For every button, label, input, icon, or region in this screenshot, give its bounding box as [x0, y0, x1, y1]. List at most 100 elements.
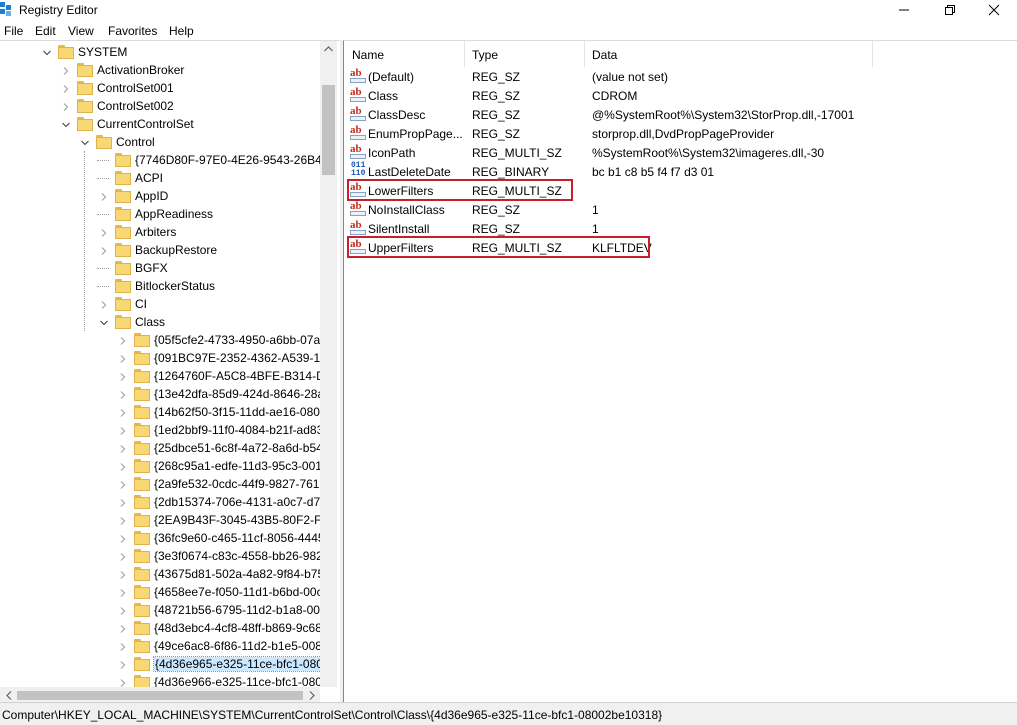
value-row[interactable]: ab IconPath REG_MULTI_SZ %SystemRoot%\Syste…: [344, 143, 1017, 162]
chevron-right-icon[interactable]: [118, 551, 128, 561]
tree-node[interactable]: {36fc9e60-c465-11cf-8056-4445: [0, 529, 320, 547]
chevron-right-icon[interactable]: [118, 389, 128, 399]
maximize-button[interactable]: [927, 0, 973, 20]
value-data: 1: [592, 222, 599, 236]
scroll-up-button[interactable]: [320, 41, 337, 58]
chevron-right-icon[interactable]: [118, 677, 128, 687]
tree-node[interactable]: SYSTEM: [0, 43, 320, 61]
chevron-right-icon[interactable]: [118, 569, 128, 579]
tree-node[interactable]: {43675d81-502a-4a82-9f84-b75f: [0, 565, 320, 583]
tree-node[interactable]: {1ed2bbf9-11f0-4084-b21f-ad83: [0, 421, 320, 439]
chevron-right-icon[interactable]: [118, 371, 128, 381]
chevron-right-icon[interactable]: [118, 533, 128, 543]
tree-node[interactable]: {05f5cfe2-4733-4950-a6bb-07aa: [0, 331, 320, 349]
value-row[interactable]: ab (Default) REG_SZ (value not set): [344, 67, 1017, 86]
chevron-right-icon[interactable]: [99, 227, 109, 237]
tree-node[interactable]: BackupRestore: [0, 241, 320, 259]
tree-vertical-scrollbar[interactable]: [320, 41, 337, 687]
chevron-down-icon[interactable]: [61, 119, 71, 129]
tree-node[interactable]: CI: [0, 295, 320, 313]
scroll-right-button[interactable]: [303, 687, 320, 703]
value-row[interactable]: ab EnumPropPage... REG_SZ storprop.dll,DvdP…: [344, 124, 1017, 143]
tree-node[interactable]: {14b62f50-3f15-11dd-ae16-0800: [0, 403, 320, 421]
value-row[interactable]: ab NoInstallClass REG_SZ 1: [344, 200, 1017, 219]
chevron-right-icon[interactable]: [118, 353, 128, 363]
tree-node-label: AppReadiness: [135, 207, 214, 221]
chevron-right-icon[interactable]: [61, 101, 71, 111]
tree-node[interactable]: {1264760F-A5C8-4BFE-B314-D5: [0, 367, 320, 385]
tree-node-label: {25dbce51-6c8f-4a72-8a6d-b54: [154, 441, 320, 455]
tree-node[interactable]: {48d3ebc4-4cf8-48ff-b869-9c68: [0, 619, 320, 637]
tree-node[interactable]: {091BC97E-2352-4362-A539-10A: [0, 349, 320, 367]
chevron-right-icon[interactable]: [61, 83, 71, 93]
folder-icon: [134, 513, 150, 527]
chevron-right-icon[interactable]: [61, 65, 71, 75]
chevron-right-icon[interactable]: [118, 497, 128, 507]
chevron-right-icon[interactable]: [99, 245, 109, 255]
tree-node[interactable]: BGFX: [0, 259, 320, 277]
menu-favorites[interactable]: Favorites: [108, 24, 157, 38]
chevron-down-icon[interactable]: [80, 137, 90, 147]
tree-node[interactable]: {49ce6ac8-6f86-11d2-b1e5-0080: [0, 637, 320, 655]
tree-horizontal-scrollbar[interactable]: [0, 687, 320, 703]
value-name: NoInstallClass: [368, 203, 445, 217]
chevron-right-icon[interactable]: [99, 191, 109, 201]
chevron-right-icon[interactable]: [118, 461, 128, 471]
tree-node[interactable]: Control: [0, 133, 320, 151]
tree-node[interactable]: ActivationBroker: [0, 61, 320, 79]
tree-node[interactable]: CurrentControlSet: [0, 115, 320, 133]
column-divider[interactable]: [872, 41, 873, 67]
chevron-right-icon[interactable]: [118, 515, 128, 525]
column-header-name[interactable]: Name: [344, 41, 464, 67]
column-header-type[interactable]: Type: [464, 41, 584, 67]
chevron-right-icon[interactable]: [118, 407, 128, 417]
tree-node[interactable]: {2db15374-706e-4131-a0c7-d7c: [0, 493, 320, 511]
chevron-right-icon[interactable]: [118, 623, 128, 633]
menu-file[interactable]: File: [4, 24, 23, 38]
tree-node[interactable]: Class: [0, 313, 320, 331]
key-tree: SYSTEM ActivationBroker ControlSet001 Contr…: [0, 41, 320, 687]
tree-horizontal-scroll-thumb[interactable]: [17, 691, 303, 700]
chevron-right-icon[interactable]: [118, 425, 128, 435]
tree-node[interactable]: {3e3f0674-c83c-4558-bb26-9820: [0, 547, 320, 565]
tree-node[interactable]: ControlSet001: [0, 79, 320, 97]
scroll-left-button[interactable]: [0, 687, 17, 703]
menu-edit[interactable]: Edit: [35, 24, 56, 38]
tree-node[interactable]: AppID: [0, 187, 320, 205]
tree-node-label: {43675d81-502a-4a82-9f84-b75f: [154, 567, 320, 581]
value-row[interactable]: ab ClassDesc REG_SZ @%SystemRoot%\System32\…: [344, 105, 1017, 124]
tree-node-selected[interactable]: {4d36e965-e325-11ce-bfc1-0800: [0, 655, 320, 673]
tree-node[interactable]: {2EA9B43F-3045-43B5-80F2-FD0: [0, 511, 320, 529]
chevron-down-icon[interactable]: [99, 317, 109, 327]
chevron-right-icon[interactable]: [118, 335, 128, 345]
column-header-data[interactable]: Data: [584, 41, 872, 67]
chevron-right-icon[interactable]: [118, 641, 128, 651]
tree-node[interactable]: Arbiters: [0, 223, 320, 241]
chevron-right-icon[interactable]: [99, 299, 109, 309]
tree-node[interactable]: {268c95a1-edfe-11d3-95c3-0010: [0, 457, 320, 475]
tree-node[interactable]: BitlockerStatus: [0, 277, 320, 295]
chevron-right-icon[interactable]: [118, 443, 128, 453]
tree-node[interactable]: {25dbce51-6c8f-4a72-8a6d-b54: [0, 439, 320, 457]
minimize-button[interactable]: [881, 0, 927, 20]
chevron-right-icon[interactable]: [118, 605, 128, 615]
tree-node[interactable]: {4d36e966-e325-11ce-bfc1-0800: [0, 673, 320, 687]
close-button[interactable]: [971, 0, 1017, 20]
chevron-right-icon[interactable]: [118, 587, 128, 597]
tree-node[interactable]: ControlSet002: [0, 97, 320, 115]
chevron-right-icon[interactable]: [118, 479, 128, 489]
tree-node[interactable]: {7746D80F-97E0-4E26-9543-26B41FC: [0, 151, 320, 169]
tree-node[interactable]: {13e42dfa-85d9-424d-8646-28a: [0, 385, 320, 403]
menu-help[interactable]: Help: [169, 24, 194, 38]
tree-node[interactable]: {2a9fe532-0cdc-44f9-9827-7619: [0, 475, 320, 493]
tree-node[interactable]: AppReadiness: [0, 205, 320, 223]
chevron-right-icon[interactable]: [118, 659, 128, 669]
tree-node[interactable]: {4658ee7e-f050-11d1-b6bd-00c: [0, 583, 320, 601]
folder-icon: [115, 297, 131, 311]
menu-view[interactable]: View: [68, 24, 94, 38]
chevron-down-icon[interactable]: [42, 47, 52, 57]
tree-node[interactable]: {48721b56-6795-11d2-b1a8-008: [0, 601, 320, 619]
tree-node[interactable]: ACPI: [0, 169, 320, 187]
tree-vertical-scroll-thumb[interactable]: [322, 85, 335, 175]
value-row[interactable]: ab Class REG_SZ CDROM: [344, 86, 1017, 105]
